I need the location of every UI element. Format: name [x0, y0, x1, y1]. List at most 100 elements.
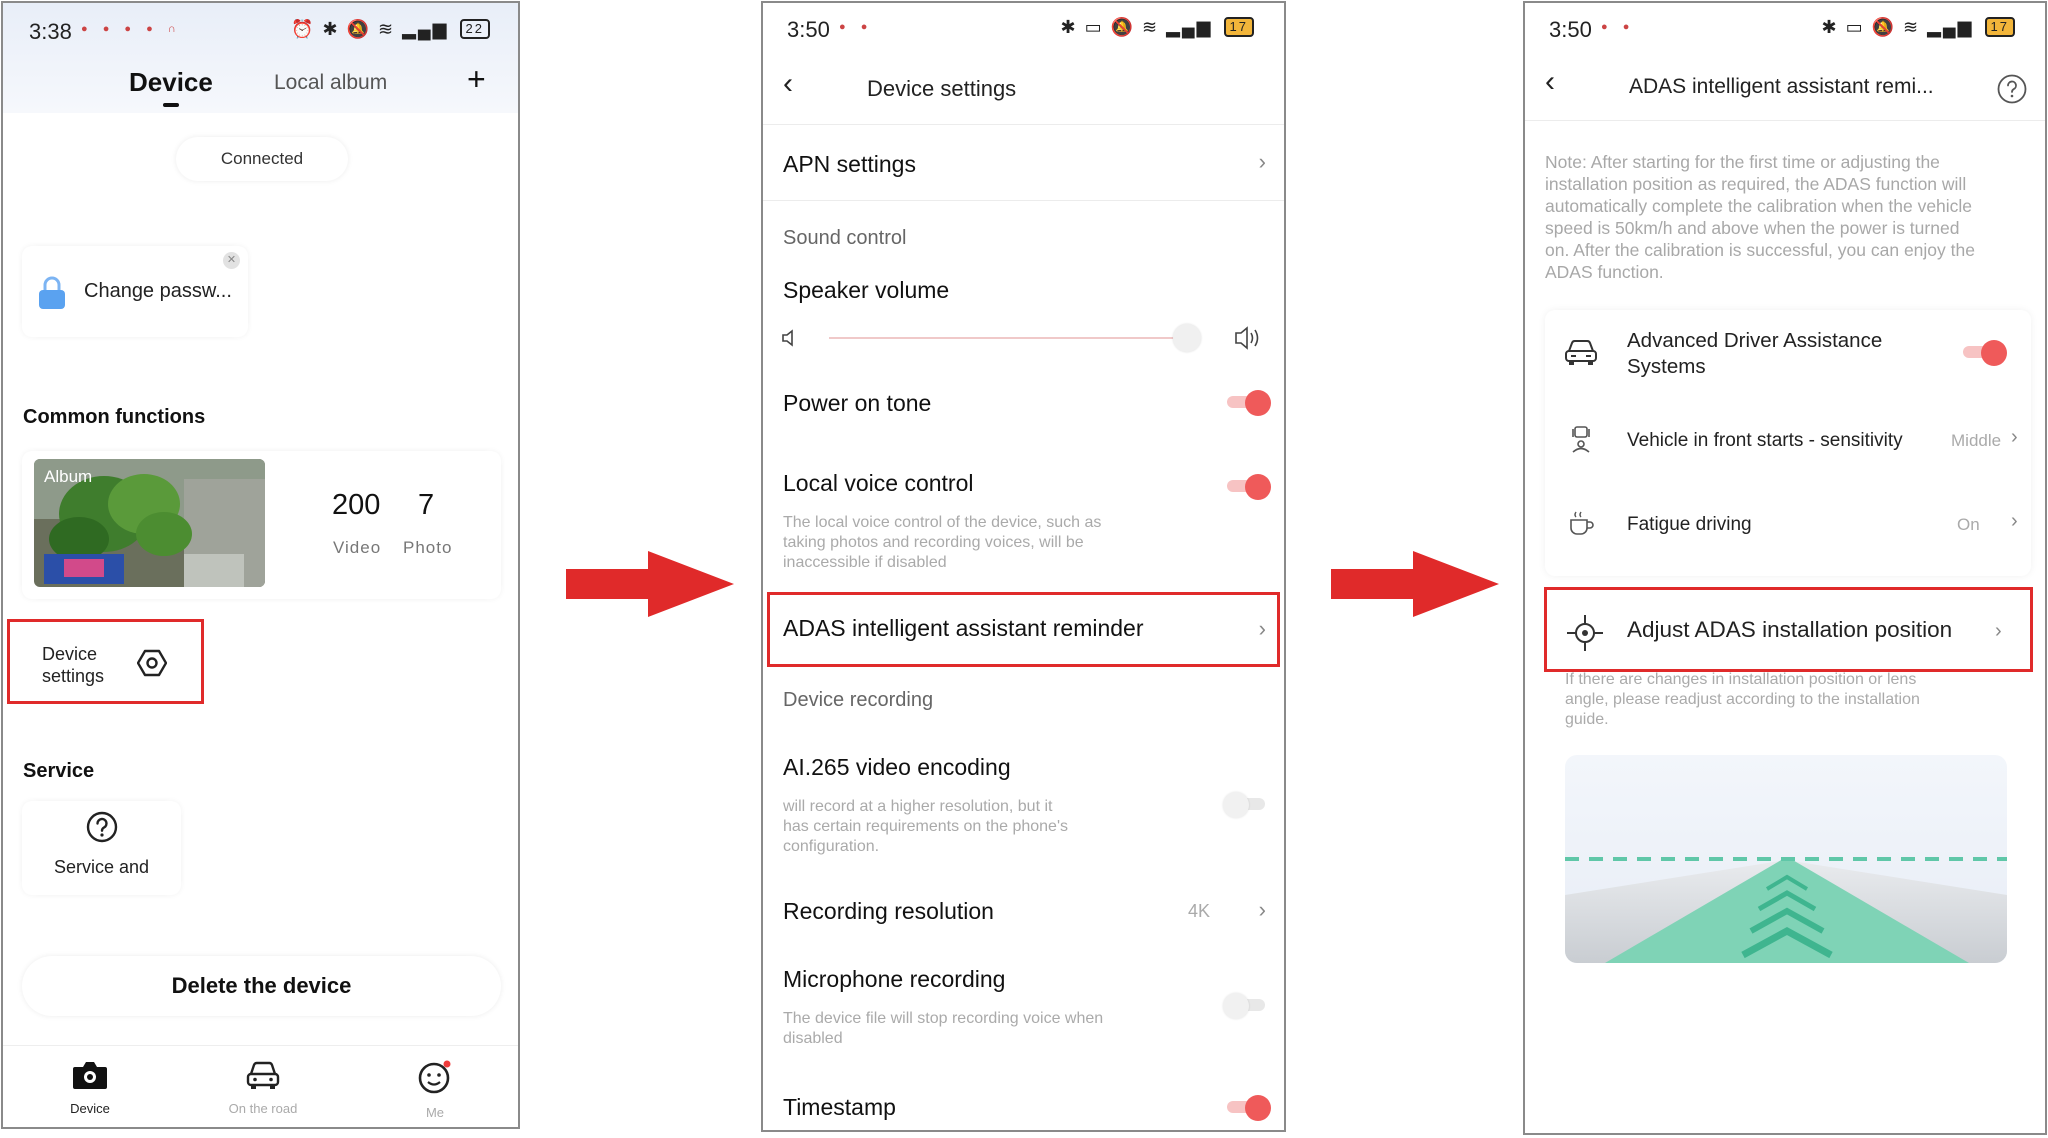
timestamp-label: Timestamp	[783, 1094, 896, 1120]
desc-line: configuration.	[783, 838, 880, 855]
desc-line: If there are changes in installation pos…	[1565, 671, 1917, 688]
back-chevron-icon[interactable]: ‹	[783, 67, 793, 101]
question-circle-icon	[86, 811, 118, 843]
change-password-card[interactable]: Change passw...	[22, 246, 248, 337]
calibration-note: Note: After starting for the first time …	[1545, 151, 2033, 283]
local-voice-control-toggle[interactable]	[1225, 474, 1271, 500]
desc-line: inaccessible if disabled	[783, 554, 947, 571]
status-icons: ✱ ▭ 🔕 ≋ ▂▄▆ 17	[1822, 17, 2015, 38]
video-count[interactable]: 200	[332, 489, 380, 522]
album-thumbnail[interactable]: Album	[34, 459, 265, 587]
battery-icon: 17	[1984, 17, 2015, 37]
phone-screen-device-settings: 3:50 ● ● ✱ ▭ 🔕 ≋ ▂▄▆ 17 ‹ Device setting…	[761, 1, 1286, 1132]
desc-line: angle, please readjust according to the …	[1565, 691, 1920, 708]
microphone-recording-description: The device file will stop recording voic…	[783, 1009, 1103, 1049]
help-question-icon[interactable]	[1996, 73, 2028, 105]
tab-bar-device[interactable]: Device	[30, 1060, 150, 1116]
adas-toggle-label-line1: Advanced Driver Assistance	[1627, 329, 1883, 352]
note-line: on. After the calibration is successful,…	[1545, 240, 1975, 260]
divider	[763, 200, 1284, 201]
tab-device[interactable]: Device	[129, 67, 213, 98]
service-card[interactable]: Service and	[22, 801, 181, 895]
album-card[interactable]: Album	[22, 451, 501, 599]
local-voice-control-description: The local voice control of the device, s…	[783, 513, 1101, 573]
desc-line: has certain requirements on the phone's	[783, 818, 1069, 835]
sound-control-section-label: Sound control	[783, 227, 907, 249]
battery-icon: 22	[459, 19, 490, 39]
speaker-volume-slider-handle[interactable]	[1173, 324, 1201, 352]
battery-icon: 17	[1223, 17, 1254, 37]
speaker-volume-slider[interactable]	[829, 337, 1179, 339]
status-time: 3:50	[787, 17, 830, 42]
flow-arrow-1	[566, 551, 734, 617]
recording-resolution-label: Recording resolution	[783, 898, 994, 924]
notification-dots: ● ●	[839, 21, 874, 33]
status-bar: 3:50 ● ● ✱ ▭ 🔕 ≋ ▂▄▆ 17	[763, 3, 1284, 61]
microphone-recording-toggle[interactable]	[1223, 993, 1269, 1019]
notification-dots: ● ●	[1601, 21, 1636, 33]
note-line: speed is 50km/h and above when the power…	[1545, 218, 1960, 238]
add-device-button[interactable]: +	[467, 61, 486, 98]
adas-settings-card: Advanced Driver Assistance Systems Vehic…	[1545, 310, 2031, 576]
speaker-high-icon	[1235, 326, 1259, 350]
camera-icon	[73, 1062, 107, 1089]
service-label: Service and	[53, 857, 150, 877]
change-password-label: Change passw...	[84, 280, 232, 302]
tab-bar-on-the-road-label: On the road	[228, 1101, 298, 1116]
tab-bar-me[interactable]: Me	[375, 1060, 495, 1120]
adas-toggle-label: Advanced Driver Assistance Systems	[1627, 328, 1882, 380]
speaker-low-icon	[782, 329, 793, 347]
local-voice-control-label: Local voice control	[783, 470, 974, 496]
desc-line: will record at a higher resolution, but …	[783, 798, 1053, 815]
note-line: installation position as required, the A…	[1545, 174, 1967, 194]
ai265-encoding-toggle[interactable]	[1223, 792, 1269, 818]
photo-label: Photo	[403, 538, 453, 557]
timestamp-toggle[interactable]	[1225, 1095, 1271, 1121]
page-title: ADAS intelligent assistant remi...	[1629, 75, 1934, 98]
service-title: Service	[23, 760, 95, 782]
delete-device-button[interactable]: Delete the device	[22, 956, 501, 1016]
phone-screen-device-home: 3:38 ● ● ● ● ∩ ⏰ ✱ 🔕 ≋ ▂▄▆ 22 Device Loc…	[1, 1, 520, 1129]
speaker-volume-label: Speaker volume	[783, 277, 950, 303]
power-on-tone-label: Power on tone	[783, 390, 932, 416]
tab-bar-me-label: Me	[425, 1105, 445, 1120]
album-label: Album	[44, 467, 93, 486]
tab-bar-device-label: Device	[70, 1101, 110, 1116]
status-bar: 3:38 ● ● ● ● ∩ ⏰ ✱ 🔕 ≋ ▂▄▆ 22	[3, 3, 518, 61]
vehicle-front-starts-value: Middle	[1951, 431, 2002, 450]
desc-line: taking photos and recording voices, will…	[783, 534, 1084, 551]
status-time: 3:38	[29, 19, 72, 44]
divider	[763, 124, 1284, 125]
notification-badge	[443, 1060, 451, 1068]
connection-status-badge: Connected	[176, 137, 348, 181]
common-functions-title: Common functions	[23, 406, 206, 428]
desc-line: The device file will stop recording voic…	[783, 1010, 1104, 1027]
photo-count[interactable]: 7	[418, 489, 434, 522]
recording-resolution-value: 4K	[1188, 901, 1211, 921]
divider	[1525, 120, 2045, 121]
page-title: Device settings	[867, 76, 1017, 101]
back-chevron-icon[interactable]: ‹	[1545, 65, 1555, 99]
desc-line: The local voice control of the device, s…	[783, 514, 1102, 531]
car-icon	[246, 1061, 280, 1089]
status-time: 3:50	[1549, 17, 1592, 42]
status-bar: 3:50 ● ● ✱ ▭ 🔕 ≋ ▂▄▆ 17	[1525, 3, 2045, 61]
close-icon[interactable]: ✕	[223, 252, 240, 269]
adas-position-illustration	[1565, 755, 2007, 963]
highlight-box-adas-reminder	[767, 592, 1280, 667]
power-on-tone-toggle[interactable]	[1225, 390, 1271, 416]
tab-bar-on-the-road[interactable]: On the road	[203, 1060, 323, 1116]
lock-icon	[39, 276, 65, 309]
desc-line: disabled	[783, 1030, 843, 1047]
microphone-recording-label: Microphone recording	[783, 966, 1006, 992]
ai265-encoding-description: will record at a higher resolution, but …	[783, 797, 1068, 857]
note-line: automatically complete the calibration w…	[1545, 196, 1973, 216]
tab-device-indicator	[163, 103, 179, 107]
adas-toggle[interactable]	[1961, 340, 2007, 366]
chevron-right-icon: ›	[1258, 897, 1266, 922]
status-icons: ✱ ▭ 🔕 ≋ ▂▄▆ 17	[1061, 17, 1254, 38]
apn-settings-label: APN settings	[783, 151, 916, 177]
note-line: ADAS function.	[1545, 262, 1664, 282]
tab-local-album[interactable]: Local album	[274, 71, 387, 95]
fatigue-driving-value: On	[1957, 515, 1980, 534]
